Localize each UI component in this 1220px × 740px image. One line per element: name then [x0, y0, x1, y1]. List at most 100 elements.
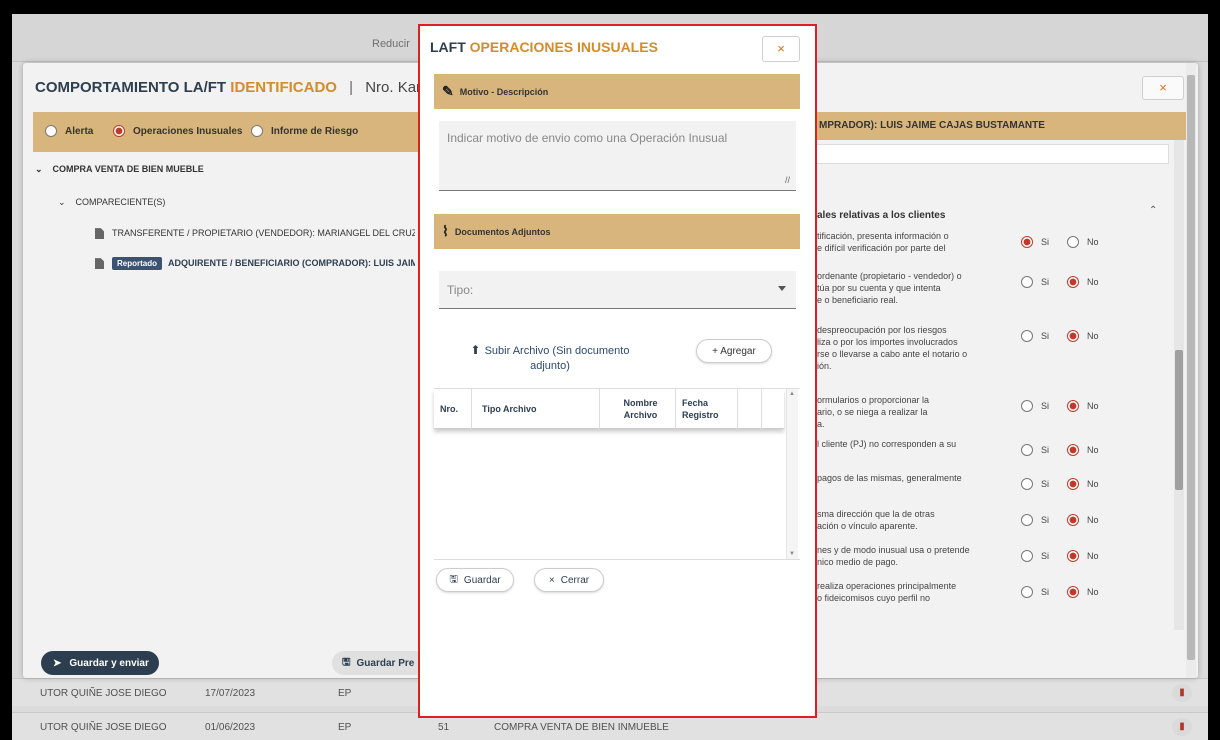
- radio-label: Informe de Riesgo: [271, 125, 359, 137]
- radio-label: Si: [1041, 515, 1050, 525]
- close-button[interactable]: ×: [1142, 76, 1184, 100]
- radio-selected-icon: [1067, 276, 1079, 288]
- scroll-thumb[interactable]: [1175, 350, 1183, 490]
- chevron-down-icon[interactable]: ⌄: [35, 164, 43, 174]
- radio-si[interactable]: Si: [1021, 550, 1049, 562]
- radio-si[interactable]: Si: [1021, 514, 1049, 526]
- title-accent: OPERACIONES INUSUALES: [469, 39, 658, 55]
- radio-icon: [1067, 236, 1079, 248]
- agregar-button[interactable]: + Agregar: [696, 339, 772, 363]
- questions-scrollbar[interactable]: [1174, 140, 1184, 630]
- radio-si[interactable]: Si: [1021, 586, 1049, 598]
- guardar-button[interactable]: 🖫 Guardar: [436, 568, 514, 592]
- radio-si[interactable]: Si: [1021, 400, 1049, 412]
- close-button[interactable]: ×: [762, 36, 800, 62]
- tree-group[interactable]: ⌄ COMPARECIENTE(S): [58, 197, 165, 208]
- radio-icon: [1021, 514, 1033, 526]
- question-list: tificación, presenta información o e dif…: [813, 140, 1169, 630]
- radio-label: Si: [1041, 331, 1050, 341]
- question-row: ormularios o proporcionar la ario, o se …: [813, 394, 1169, 430]
- radio-label: Si: [1041, 479, 1050, 489]
- tipo-select[interactable]: Tipo:: [439, 271, 796, 309]
- question-text: despreocupación por los riesgos liza o p…: [817, 325, 968, 371]
- title-accent: IDENTIFICADO: [230, 79, 337, 96]
- documentos-header: ⌇ Documentos Adjuntos: [434, 214, 800, 249]
- question-text: nes y de modo inusual usa o pretende nic…: [817, 545, 970, 567]
- radio-operaciones-inusuales[interactable]: Operaciones Inusuales: [113, 125, 243, 137]
- radio-si[interactable]: Si: [1021, 276, 1049, 288]
- chevron-down-icon[interactable]: ⌄: [58, 197, 66, 207]
- button-label: Guardar: [463, 574, 501, 586]
- radio-si[interactable]: Si: [1021, 478, 1049, 490]
- question-text: sma dirección que la de otras ación o ví…: [817, 509, 935, 531]
- radio-icon: [1021, 550, 1033, 562]
- title-main: LAFT: [430, 39, 466, 55]
- radio-si[interactable]: Si: [1021, 330, 1049, 342]
- save-icon: 🖫: [342, 656, 351, 668]
- radio-label: Alerta: [65, 125, 94, 137]
- radio-label: Si: [1041, 551, 1050, 561]
- report-type-radio-group: Alerta Operaciones Inusuales Informe de …: [33, 112, 423, 152]
- radio-icon: [251, 125, 263, 137]
- radio-no[interactable]: No: [1067, 514, 1099, 526]
- resize-grip-icon[interactable]: //: [785, 175, 790, 185]
- radio-si[interactable]: Si: [1021, 236, 1049, 248]
- radio-no[interactable]: No: [1067, 444, 1099, 456]
- question-text: ordenante (propietario - vendedor) o túa…: [817, 271, 962, 305]
- guardar-preliminar-button[interactable]: 🖫 Guardar Pre: [332, 651, 432, 675]
- radio-informe-riesgo[interactable]: Informe de Riesgo: [251, 125, 358, 137]
- tree-root[interactable]: ⌄ COMPRA VENTA DE BIEN MUEBLE: [35, 164, 204, 175]
- question-row: sma dirección que la de otras ación o ví…: [813, 508, 1169, 544]
- subir-archivo-label: Subir Archivo (Sin documento adjunto): [484, 345, 630, 372]
- button-label: Guardar Pre: [356, 657, 415, 669]
- close-icon: ×: [548, 574, 555, 586]
- radio-selected-icon: [1067, 400, 1079, 412]
- radio-icon: [1021, 276, 1033, 288]
- button-label: Cerrar: [560, 574, 590, 586]
- radio-label: Si: [1041, 587, 1050, 597]
- table-scrollbar[interactable]: ▲ ▼: [786, 389, 798, 559]
- radio-no[interactable]: No: [1067, 276, 1099, 288]
- dialog-scrollbar[interactable]: [1186, 63, 1196, 678]
- radio-label: No: [1087, 277, 1099, 287]
- tree-root-label: COMPRA VENTA DE BIEN MUEBLE: [52, 164, 204, 174]
- radio-icon: [1021, 444, 1033, 456]
- subir-archivo-button[interactable]: ⬆ Subir Archivo (Sin documento adjunto): [460, 343, 640, 374]
- tree-item-transferente[interactable]: TRANSFERENTE / PROPIETARIO (VENDEDOR): M…: [95, 228, 415, 240]
- radio-no[interactable]: No: [1067, 550, 1099, 562]
- guardar-enviar-button[interactable]: ➤ Guardar y enviar: [41, 651, 159, 675]
- radio-icon: [1021, 478, 1033, 490]
- radio-no[interactable]: No: [1067, 330, 1099, 342]
- radio-alerta[interactable]: Alerta: [45, 125, 93, 137]
- scroll-thumb[interactable]: [1187, 75, 1195, 660]
- send-icon: ➤: [53, 657, 62, 669]
- radio-selected-icon: [1067, 330, 1079, 342]
- scroll-down-icon[interactable]: ▼: [789, 551, 795, 557]
- radio-si[interactable]: Si: [1021, 444, 1049, 456]
- laft-operaciones-dialog: LAFT OPERACIONES INUSUALES × ✎ Motivo - D…: [418, 24, 817, 718]
- radio-no[interactable]: No: [1067, 586, 1099, 598]
- radio-selected-icon: [1067, 444, 1079, 456]
- question-row: pagos de las mismas, generalmente Si No: [813, 472, 1169, 508]
- motivo-textarea[interactable]: Indicar motivo de envio como una Operaci…: [439, 121, 796, 191]
- radio-selected-icon: [1067, 478, 1079, 490]
- question-text: pagos de las mismas, generalmente: [817, 473, 962, 483]
- radio-label: No: [1087, 237, 1099, 247]
- radio-no[interactable]: No: [1067, 478, 1099, 490]
- radio-no[interactable]: No: [1067, 236, 1099, 248]
- questions-panel: ales relativas a los clientes ⌃ tificaci…: [813, 140, 1174, 630]
- tree-item-adquirente[interactable]: Reportado ADQUIRENTE / BENEFICIARIO (COMP…: [95, 257, 415, 270]
- save-icon: 🖫: [449, 573, 458, 585]
- document-icon: [95, 258, 104, 270]
- question-row: l cliente (PJ) no corresponden a su Si No: [813, 438, 1169, 474]
- dialog-title: COMPORTAMIENTO LA/FT IDENTIFICADO | Nro.…: [35, 79, 478, 96]
- cerrar-button[interactable]: × Cerrar: [534, 568, 604, 592]
- radio-label: No: [1087, 331, 1099, 341]
- radio-no[interactable]: No: [1067, 400, 1099, 412]
- radio-icon: [1021, 586, 1033, 598]
- scroll-up-icon[interactable]: ▲: [789, 391, 795, 397]
- radio-label: No: [1087, 401, 1099, 411]
- radio-selected-icon: [1067, 514, 1079, 526]
- radio-label: Operaciones Inusuales: [133, 125, 243, 137]
- pencil-icon: ✎: [442, 83, 454, 99]
